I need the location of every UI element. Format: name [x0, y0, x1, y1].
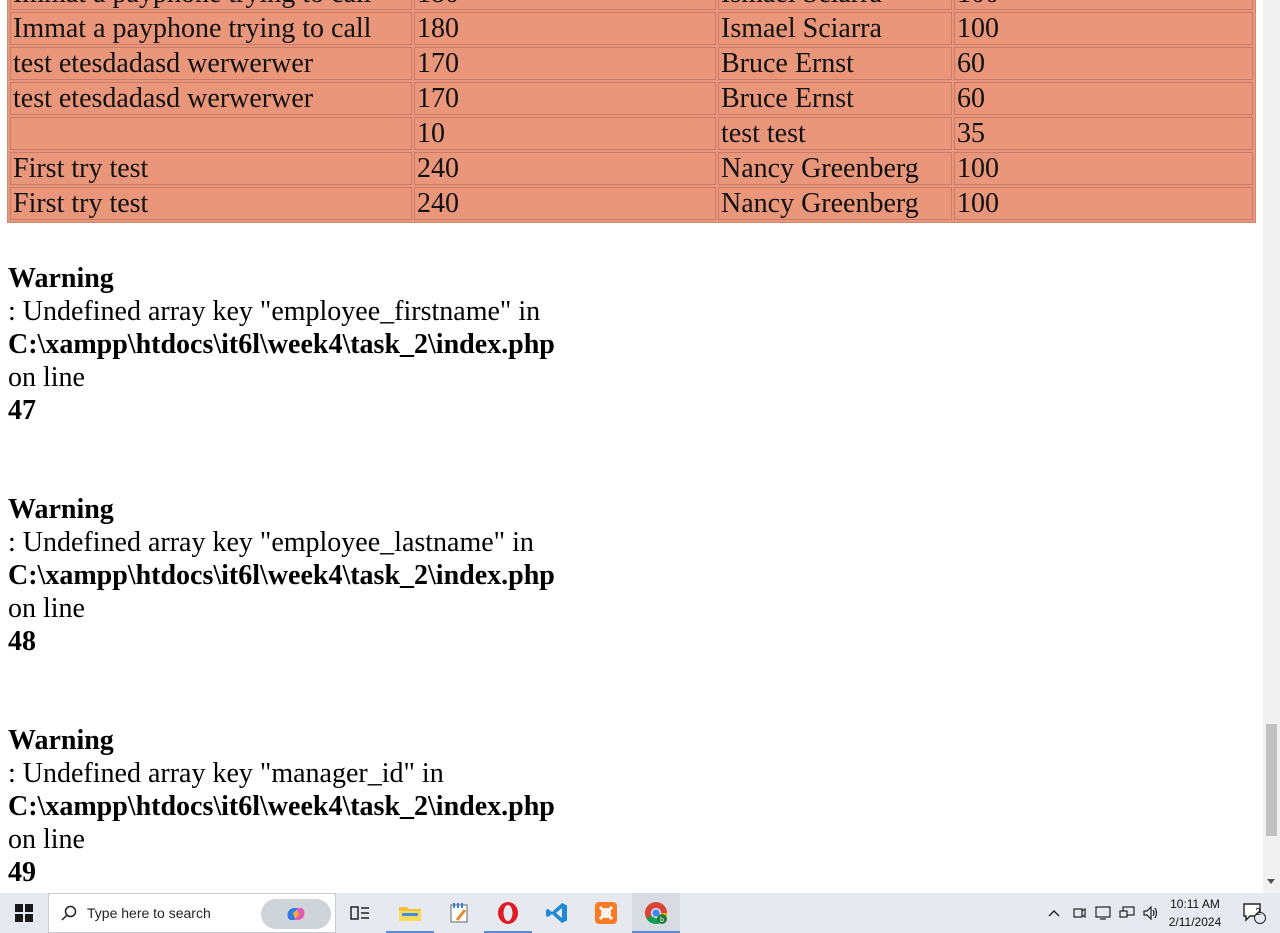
- warning-title: Warning: [8, 725, 114, 756]
- table-cell: 100: [954, 187, 1253, 220]
- table-cell: Immat a payphone trying to call: [10, 12, 412, 45]
- table-cell: 240: [414, 187, 716, 220]
- table-cell: 100: [954, 152, 1253, 185]
- warning-message: : Undefined array key "employee_firstnam…: [8, 296, 541, 327]
- table-cell: 100: [954, 12, 1253, 45]
- svg-text:b: b: [660, 917, 664, 924]
- search-icon: [61, 905, 77, 921]
- network-settings-icon[interactable]: [1092, 893, 1114, 933]
- warning-file: C:\xampp\htdocs\it6l\week4\task_2\index.…: [8, 329, 555, 360]
- table-cell: Nancy Greenberg: [718, 152, 952, 185]
- table-cell: First try test: [10, 187, 412, 220]
- warning-on-line: on line: [8, 593, 85, 624]
- warning-line-number: 48: [8, 626, 36, 657]
- search-placeholder: Type here to search: [87, 905, 211, 921]
- warning-on-line: on line: [8, 824, 85, 855]
- vscode-icon[interactable]: [533, 893, 581, 933]
- table-row: 10 test test 35: [10, 117, 1253, 150]
- table-cell: Bruce Ernst: [718, 82, 952, 115]
- scroll-down-arrow-icon[interactable]: [1267, 879, 1275, 884]
- warning-line-number: 49: [8, 857, 36, 888]
- ethernet-icon[interactable]: [1116, 893, 1138, 933]
- table-cell: Bruce Ernst: [718, 47, 952, 80]
- table-cell: Ismael Sciarra: [718, 0, 952, 10]
- table-cell: 170: [414, 47, 716, 80]
- table-cell: 180: [414, 0, 716, 10]
- warning-line-number: 47: [8, 395, 36, 426]
- table-cell: Immat a payphone trying to call: [10, 0, 412, 10]
- clock-date: 2/11/2024: [1168, 915, 1222, 929]
- start-button[interactable]: [0, 893, 48, 933]
- file-explorer-icon[interactable]: [386, 893, 434, 933]
- browser-viewport: Immat a payphone trying to call 180 Isma…: [0, 0, 1263, 893]
- table-cell: 35: [954, 117, 1253, 150]
- table-row: test etesdadasd werwerwer 170 Bruce Erns…: [10, 82, 1253, 115]
- warning-message: : Undefined array key "employee_lastname…: [8, 527, 534, 558]
- opera-icon[interactable]: [484, 893, 532, 933]
- table-cell: Ismael Sciarra: [718, 12, 952, 45]
- xampp-icon[interactable]: [582, 893, 630, 933]
- table-cell: test test: [718, 117, 952, 150]
- vertical-scrollbar[interactable]: [1263, 0, 1280, 893]
- table-row: test etesdadasd werwerwer 170 Bruce Erns…: [10, 47, 1253, 80]
- employee-table: Immat a payphone trying to call 180 Isma…: [7, 0, 1256, 223]
- taskbar-clock[interactable]: 10:11 AM 2/11/2024: [1160, 895, 1230, 931]
- table-row: First try test 240 Nancy Greenberg 100: [10, 187, 1253, 220]
- table-cell: 100: [954, 0, 1253, 10]
- windows-logo-icon: [15, 904, 33, 922]
- table-cell: 10: [414, 117, 716, 150]
- warning-file: C:\xampp\htdocs\it6l\week4\task_2\index.…: [8, 791, 555, 822]
- task-view-icon[interactable]: [336, 893, 384, 933]
- table-row: Immat a payphone trying to call 180 Isma…: [10, 0, 1253, 10]
- table-cell: First try test: [10, 152, 412, 185]
- taskbar: Type here to search b 10:11 AM 2/11/2024…: [0, 893, 1280, 933]
- php-warning: Warning : Undefined array key "employee_…: [8, 262, 555, 427]
- table-cell: 60: [954, 47, 1253, 80]
- clock-time: 10:11 AM: [1170, 897, 1220, 911]
- table-cell: 170: [414, 82, 716, 115]
- chrome-icon[interactable]: b: [632, 893, 680, 933]
- scrollbar-thumb[interactable]: [1266, 724, 1277, 836]
- volume-icon[interactable]: [1140, 893, 1162, 933]
- warning-title: Warning: [8, 263, 114, 294]
- notifications-button[interactable]: 2: [1234, 893, 1274, 933]
- table-row: First try test 240 Nancy Greenberg 100: [10, 152, 1253, 185]
- table-cell: test etesdadasd werwerwer: [10, 82, 412, 115]
- php-warning: Warning : Undefined array key "employee_…: [8, 493, 555, 658]
- warning-file: C:\xampp\htdocs\it6l\week4\task_2\index.…: [8, 560, 555, 591]
- table-cell: 180: [414, 12, 716, 45]
- table-cell: test etesdadasd werwerwer: [10, 47, 412, 80]
- taskbar-search-box[interactable]: Type here to search: [48, 893, 336, 933]
- table-cell: Nancy Greenberg: [718, 187, 952, 220]
- php-warning: Warning : Undefined array key "manager_i…: [8, 724, 555, 889]
- copilot-icon[interactable]: [261, 899, 331, 929]
- chevron-up-icon[interactable]: [1044, 893, 1064, 933]
- notepad-icon[interactable]: [435, 893, 483, 933]
- table-cell: 240: [414, 152, 716, 185]
- meet-now-icon[interactable]: [1068, 893, 1090, 933]
- warning-title: Warning: [8, 494, 114, 525]
- warning-on-line: on line: [8, 362, 85, 393]
- table-row: Immat a payphone trying to call 180 Isma…: [10, 12, 1253, 45]
- notification-count: 2: [1255, 907, 1261, 918]
- warning-message: : Undefined array key "manager_id" in: [8, 758, 444, 789]
- copilot-logo-icon: [287, 908, 305, 920]
- table-cell: 60: [954, 82, 1253, 115]
- table-cell: [10, 117, 412, 150]
